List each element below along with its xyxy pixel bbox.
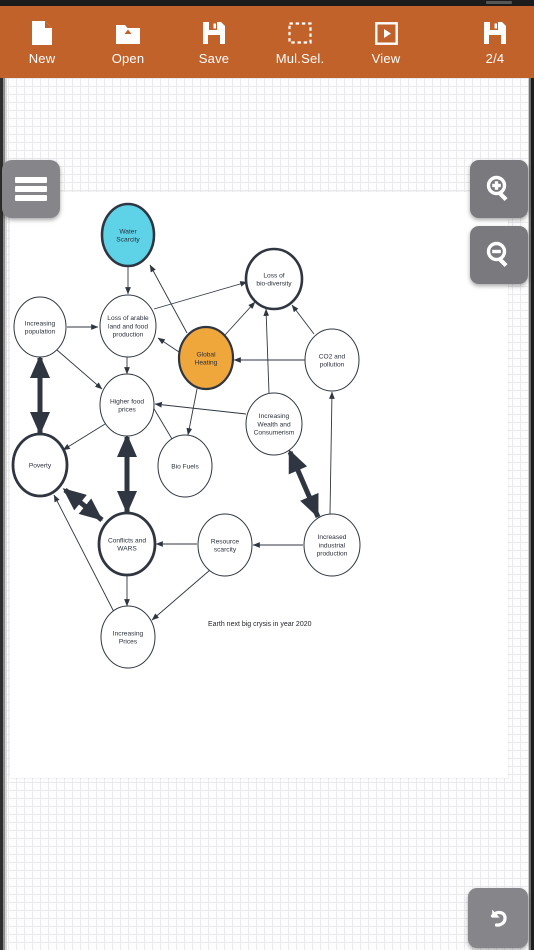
status-bar-indicator <box>486 1 512 4</box>
node-label-prices: Prices <box>119 639 138 646</box>
undo-arrow-icon <box>490 909 507 927</box>
node-label-foodprice: prices <box>118 407 136 414</box>
document-page[interactable]: Water Scarcity Loss of bio-diversity Increas… <box>10 192 508 778</box>
diagram-edge-wealth-to-foodprice <box>154 401 247 415</box>
node-label-arable: production <box>113 332 144 339</box>
toolbar-button-new[interactable]: New <box>6 6 78 78</box>
diagram-nodes: Water Scarcity Loss of bio-diversity Increas… <box>11 202 361 669</box>
diagram-edge-poverty-to-wars <box>62 488 104 522</box>
toolbar-label-view: View <box>371 51 401 66</box>
toolbar-label-new: New <box>28 51 56 66</box>
toolbar-label-multiselect: Mul.Sel. <box>275 51 325 66</box>
node-label-biofuels: Bio Fuels <box>171 463 199 470</box>
diagram-edge-resource-to-prices <box>151 569 211 621</box>
hamburger-icon <box>15 177 47 201</box>
canvas-right-edge <box>528 78 534 950</box>
node-label-industrial: industrial <box>319 542 346 549</box>
open-folder-upload-icon <box>115 14 141 52</box>
diagram-caption: Earth next big crysis in year 2020 <box>208 621 312 628</box>
diagram-node-co2[interactable]: CO2 and pollution <box>304 328 360 392</box>
diagram-node-poverty[interactable]: Poverty <box>11 432 69 498</box>
node-label-co2: pollution <box>320 362 345 369</box>
page-indicator-label: 2/4 <box>485 51 505 66</box>
app-root: New Open Save Mul.Sel. View 2/4 Water Sc… <box>0 0 534 950</box>
node-label-arable: Loss of arable <box>107 315 149 322</box>
diagram-edge-arable-to-biodiv <box>153 281 248 310</box>
magnifier-plus-icon <box>486 175 508 202</box>
diagram-edge-population-to-foodprice <box>56 349 103 390</box>
floppy-disk-icon <box>202 14 226 52</box>
node-label-water: Water <box>119 228 137 235</box>
node-label-biodiv: Loss of <box>263 272 284 279</box>
diagram-node-wars[interactable]: Conflicts and WARS <box>97 511 157 577</box>
canvas-area[interactable]: Water Scarcity Loss of bio-diversity Increas… <box>0 78 534 950</box>
node-label-heating: Global <box>196 351 216 358</box>
toolbar-button-multiselect[interactable]: Mul.Sel. <box>264 6 336 78</box>
node-label-foodprice: Higher food <box>110 398 144 405</box>
node-label-water: Scarcity <box>116 237 140 244</box>
node-label-poverty: Poverty <box>29 462 52 469</box>
diagram-edge-industrial-to-co2 <box>329 391 335 515</box>
toolbar-button-open[interactable]: Open <box>92 6 164 78</box>
diagram-node-water[interactable]: Water Scarcity <box>100 202 156 268</box>
toolbar-label-save: Save <box>198 51 230 66</box>
node-label-arable: land and food <box>108 323 148 330</box>
diagram-edge-foodprice-to-poverty <box>62 423 106 451</box>
node-label-wars: Conflicts and <box>108 537 146 544</box>
toolbar-button-page-indicator[interactable]: 2/4 <box>462 6 528 78</box>
diagram-node-heating[interactable]: Global Heating <box>177 325 235 391</box>
node-label-prices: Increasing <box>113 630 144 637</box>
diagram-node-foodprice[interactable]: Higher food prices <box>99 373 155 437</box>
zoom-out-button[interactable] <box>470 226 528 284</box>
node-label-population: Increasing <box>25 320 56 327</box>
diagram-node-prices[interactable]: Increasing Prices <box>100 605 156 669</box>
diagram-node-arable[interactable]: Loss of arableland and food production <box>99 294 157 358</box>
floppy-disk-icon <box>483 14 507 52</box>
diagram-edge-co2-to-biodiv <box>291 304 315 335</box>
node-label-wars: WARS <box>117 546 137 553</box>
diagram-edge-heating-to-arable <box>157 337 180 353</box>
node-label-wealth: Increasing <box>259 413 290 420</box>
diagram-node-population[interactable]: Increasing population <box>13 296 67 358</box>
dashed-marquee-select-icon <box>288 14 312 52</box>
diagram-node-biodiv[interactable]: Loss of bio-diversity <box>244 247 304 311</box>
node-label-biodiv: bio-diversity <box>256 281 292 288</box>
node-label-co2: CO2 and <box>319 353 346 360</box>
node-label-industrial: production <box>317 551 348 558</box>
diagram-node-industrial[interactable]: Increasedindustrial production <box>303 513 361 577</box>
diagram-edge-wealth-to-industrial <box>287 449 321 518</box>
node-label-resource: scarcity <box>214 547 237 554</box>
undo-button[interactable] <box>468 888 528 948</box>
toolbar-label-open: Open <box>111 51 145 66</box>
play-in-box-icon <box>374 14 398 52</box>
diagram-edge-wealth-to-biodiv <box>263 308 270 394</box>
node-label-wealth: Wealth and <box>257 421 291 428</box>
node-label-wealth: Consumerism <box>254 430 295 437</box>
diagram-node-wealth[interactable]: IncreasingWealth and Consumerism <box>245 392 303 456</box>
zoom-in-button[interactable] <box>470 160 528 218</box>
magnifier-minus-icon <box>486 241 508 268</box>
diagram-node-biofuels[interactable]: Bio Fuels <box>157 434 213 498</box>
top-toolbar: New Open Save Mul.Sel. View 2/4 <box>0 6 534 78</box>
diagram-edge-heating-to-biodiv <box>224 301 256 336</box>
toolbar-button-view[interactable]: View <box>350 6 422 78</box>
node-label-industrial: Increased <box>318 534 347 541</box>
diagram-node-resource[interactable]: Resource scarcity <box>197 513 253 577</box>
hamburger-menu-button[interactable] <box>2 160 60 218</box>
diagram-canvas[interactable]: Water Scarcity Loss of bio-diversity Increas… <box>10 192 508 778</box>
node-label-resource: Resource <box>211 538 240 545</box>
toolbar-button-save[interactable]: Save <box>178 6 250 78</box>
node-label-heating: Heating <box>195 360 218 367</box>
node-label-population: population <box>25 329 56 336</box>
diagram-edge-heating-to-biofuels <box>186 388 198 436</box>
new-document-icon <box>31 14 53 52</box>
